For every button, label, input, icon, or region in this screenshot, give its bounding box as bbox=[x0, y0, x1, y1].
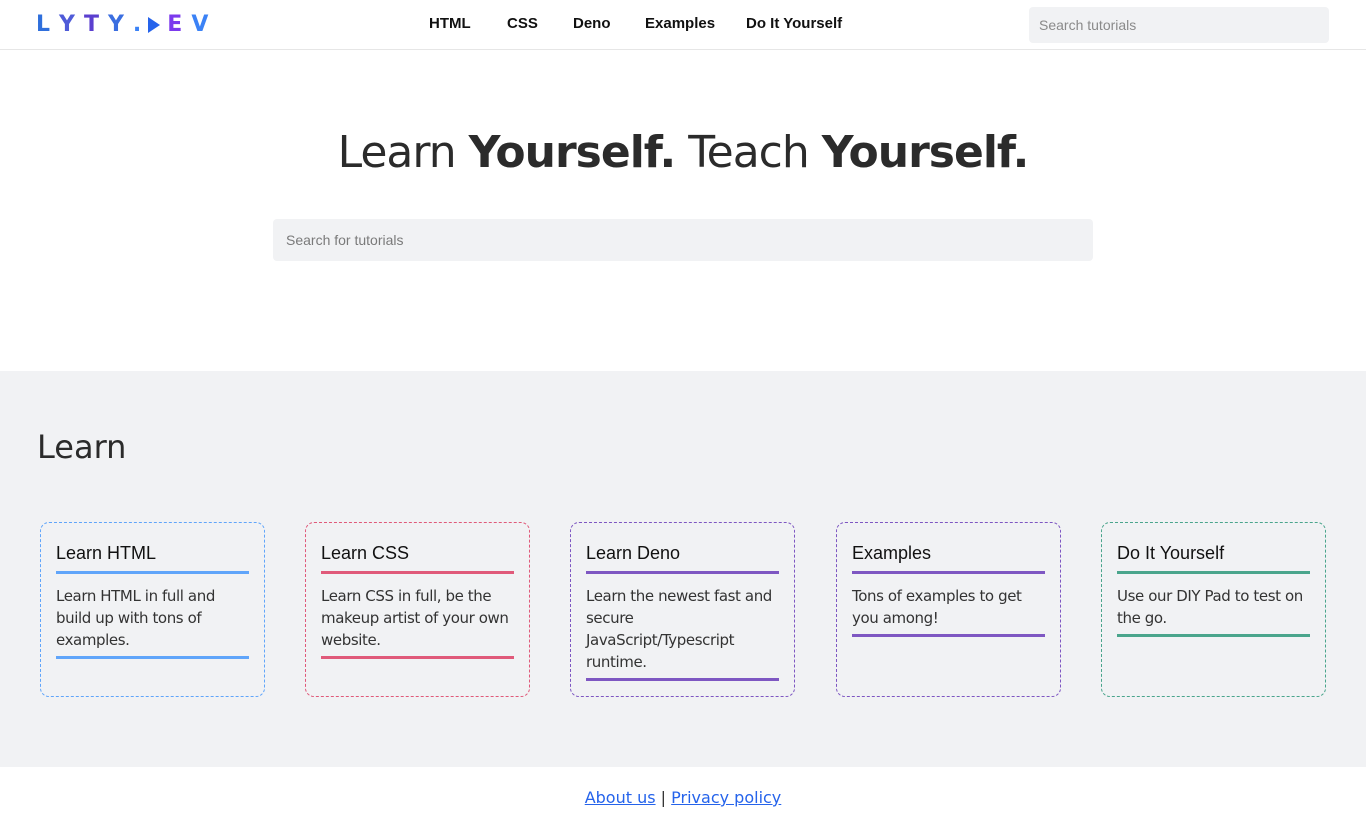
nav-link-html[interactable]: HTML bbox=[429, 15, 471, 33]
hero-title-learn: Learn bbox=[337, 127, 469, 178]
hero-title-yourself-1: Yourself. bbox=[468, 127, 677, 178]
nav-link-deno[interactable]: Deno bbox=[573, 15, 611, 33]
card-do-it-yourself[interactable]: Do It Yourself Use our DIY Pad to test o… bbox=[1101, 522, 1326, 697]
card-title: Learn Deno bbox=[586, 543, 779, 574]
card-description: Learn CSS in full, be the makeup artist … bbox=[321, 585, 514, 659]
footer: About us | Privacy policy bbox=[0, 787, 1366, 809]
footer-privacy-link[interactable]: Privacy policy bbox=[671, 788, 781, 807]
card-description: Tons of examples to get you among! bbox=[852, 585, 1045, 637]
card-description: Use our DIY Pad to test on the go. bbox=[1117, 585, 1310, 637]
card-title: Learn HTML bbox=[56, 543, 249, 574]
footer-about-link[interactable]: About us bbox=[585, 788, 656, 807]
hero-title: Learn Yourself. Teach Yourself. bbox=[0, 126, 1366, 180]
nav-link-do-it-yourself[interactable]: Do It Yourself bbox=[746, 15, 842, 33]
nav-link-css[interactable]: CSS bbox=[507, 15, 538, 33]
card-description: Learn HTML in full and build up with ton… bbox=[56, 585, 249, 659]
card-title: Do It Yourself bbox=[1117, 543, 1310, 574]
card-description: Learn the newest fast and secure JavaScr… bbox=[586, 585, 779, 681]
card-learn-html[interactable]: Learn HTML Learn HTML in full and build … bbox=[40, 522, 265, 697]
learn-section: Learn Learn HTML Learn HTML in full and … bbox=[0, 371, 1366, 767]
card-learn-css[interactable]: Learn CSS Learn CSS in full, be the make… bbox=[305, 522, 530, 697]
hero-title-yourself-2: Yourself. bbox=[821, 127, 1030, 178]
card-title: Learn CSS bbox=[321, 543, 514, 574]
hero-search-input[interactable] bbox=[273, 219, 1093, 261]
card-title: Examples bbox=[852, 543, 1045, 574]
nav-link-examples[interactable]: Examples bbox=[645, 15, 715, 33]
learn-heading: Learn bbox=[37, 428, 127, 466]
footer-separator: | bbox=[660, 788, 667, 807]
card-examples[interactable]: Examples Tons of examples to get you amo… bbox=[836, 522, 1061, 697]
card-learn-deno[interactable]: Learn Deno Learn the newest fast and sec… bbox=[570, 522, 795, 697]
top-navbar: L Y T Y . E V HTML CSS Deno Examples Do … bbox=[0, 0, 1366, 50]
nav-search-input[interactable] bbox=[1029, 7, 1329, 43]
hero-title-teach: Teach bbox=[675, 127, 822, 178]
